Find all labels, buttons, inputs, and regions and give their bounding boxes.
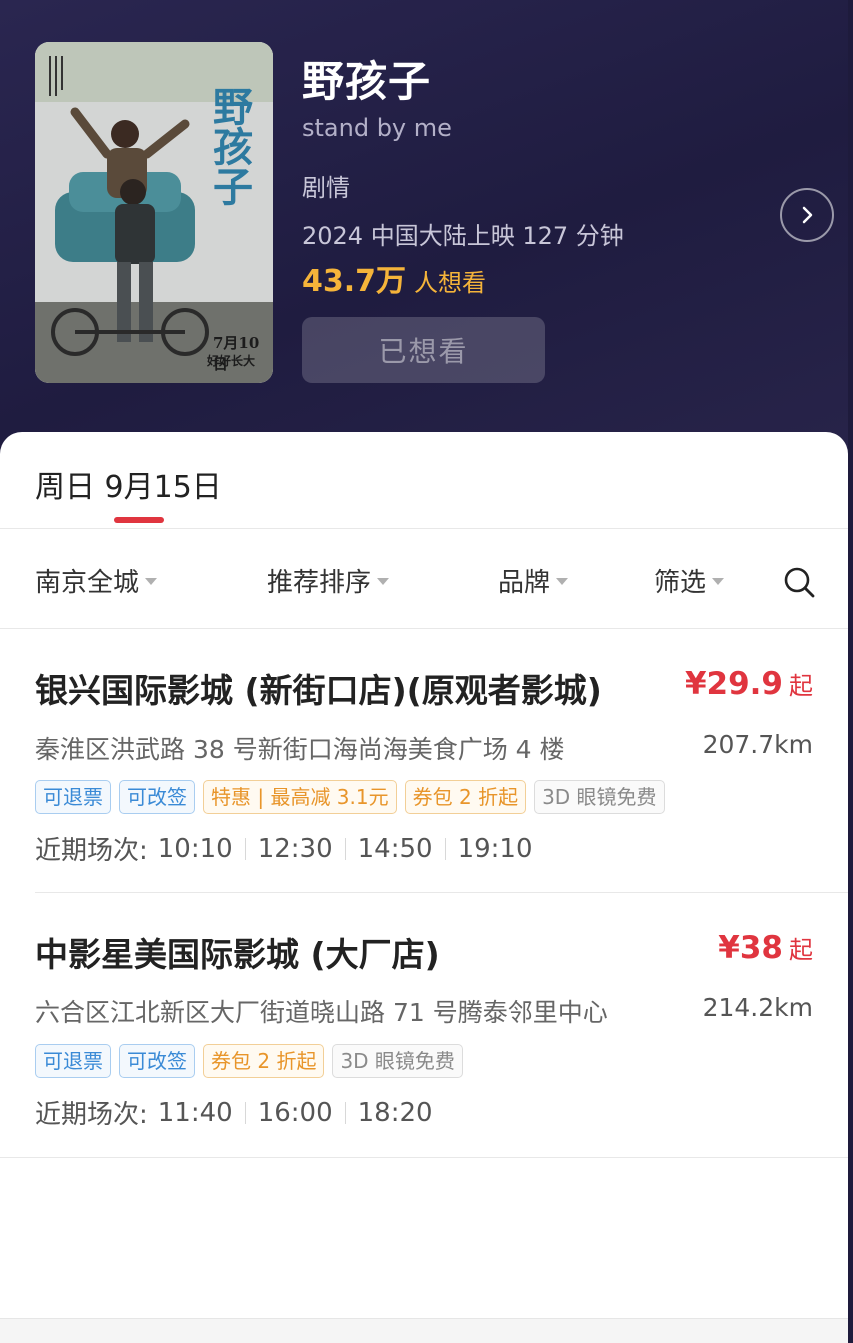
separator [244,837,246,860]
separator [344,1101,346,1124]
filter-screen-label: 筛选 [654,568,707,598]
divider [0,1157,848,1158]
showtime: 12:30 [257,833,333,864]
window-edge [848,0,853,1343]
filter-city-label: 南京全城 [35,568,140,598]
tag-discount: 特惠 | 最高减 3.1元 [203,780,397,814]
filter-sort[interactable]: 推荐排序 [267,562,390,599]
cinema-distance: 214.2km [702,993,813,1022]
want-to-see-stat: 43.7万 人想看 [302,256,486,300]
tag-changeable: 可改签 [119,780,195,814]
cinema-name: 银兴国际影城 (新街口店)(原观者影城) [35,671,602,710]
want-count: 43.7万 [302,264,407,299]
movie-poster[interactable]: 野孩子 7月10日 好好长大 [35,42,273,383]
want-label: 人想看 [414,269,487,297]
movie-detail-button[interactable] [780,188,834,242]
showtimes-label: 近期场次: [35,836,148,866]
cinema-tags: 可退票 可改签 特惠 | 最高减 3.1元 券包 2 折起 3D 眼镜免费 [35,780,665,814]
date-tab-selected[interactable]: 周日 9月15日 [35,462,222,506]
search-icon[interactable] [782,565,816,599]
showtime: 11:40 [157,1097,233,1128]
chevron-right-icon [802,206,813,224]
movie-genre: 剧情 [302,174,350,202]
poster-slogan-text: 好好长大 [207,354,256,368]
price-amount: ¥29.9 [684,666,783,702]
cinema-address: 六合区江北新区大厂街道晓山路 71 号腾泰邻里中心 [35,998,608,1027]
bottom-bar [0,1318,848,1343]
date-tab-indicator [114,517,164,523]
filter-city[interactable]: 南京全城 [35,562,158,599]
separator [244,1101,246,1124]
tag-changeable: 可改签 [119,1044,195,1078]
tag-coupon-pack: 券包 2 折起 [404,780,527,814]
cinema-showtimes: 近期场次: 11:40 16:00 18:20 [35,1094,433,1131]
tag-3d-glasses: 3D 眼镜免费 [534,780,665,814]
showtime: 10:10 [157,833,233,864]
cinema-name: 中影星美国际影城 (大厂店) [35,935,440,974]
showtime: 19:10 [457,833,533,864]
showtime: 16:00 [257,1097,333,1128]
cinema-price: ¥38 起 [718,930,813,966]
cinema-distance: 207.7km [702,730,813,759]
tag-3d-glasses: 3D 眼镜免费 [332,1044,463,1078]
separator [344,837,346,860]
filter-screen[interactable]: 筛选 [654,562,725,599]
caret-down-icon [145,578,158,585]
cinema-address: 秦淮区洪武路 38 号新街口海尚海美食广场 4 楼 [35,735,565,764]
tag-coupon-pack: 券包 2 折起 [203,1044,325,1078]
tag-refundable: 可退票 [35,780,111,814]
cinema-tags: 可退票 可改签 券包 2 折起 3D 眼镜免费 [35,1044,463,1078]
filter-brand[interactable]: 品牌 [498,562,569,599]
caret-down-icon [556,578,569,585]
showtimes-label: 近期场次: [35,1100,148,1130]
price-suffix: 起 [789,936,813,964]
caret-down-icon [712,578,725,585]
showtime: 18:20 [357,1097,433,1128]
divider [35,892,848,893]
movie-release-info: 2024 中国大陆上映 127 分钟 [302,222,624,250]
price-amount: ¥38 [718,930,783,966]
showtime: 14:50 [357,833,433,864]
movie-title: 野孩子 [302,57,432,106]
wanted-button[interactable]: 已想看 [302,317,545,383]
price-suffix: 起 [789,672,813,700]
movie-english-title: stand by me [302,114,452,142]
cinema-showtimes: 近期场次: 10:10 12:30 14:50 19:10 [35,830,533,867]
filter-brand-label: 品牌 [498,568,551,598]
filter-sort-label: 推荐排序 [267,568,372,598]
divider [0,528,848,529]
tag-refundable: 可退票 [35,1044,111,1078]
cinema-price: ¥29.9 起 [685,666,813,702]
caret-down-icon [377,578,390,585]
poster-title-text: 野孩子 [206,86,253,206]
separator [444,837,446,860]
divider [0,628,848,629]
